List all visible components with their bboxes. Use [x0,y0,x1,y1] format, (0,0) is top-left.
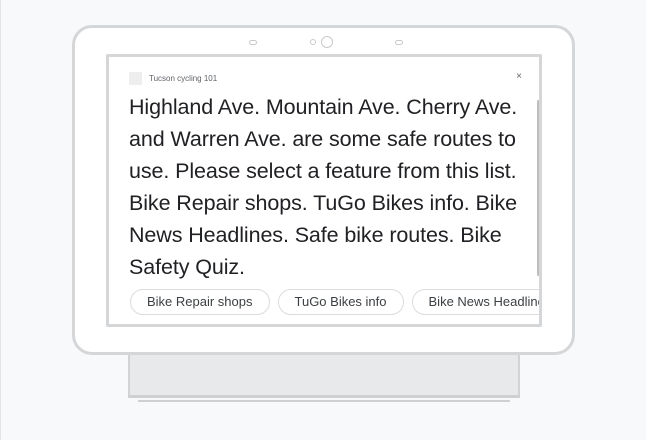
suggestion-chip-tugo-bikes-info[interactable]: TuGo Bikes info [277,289,404,315]
scrollbar[interactable] [537,100,539,276]
ambient-sensor-icon [249,40,257,45]
app-icon [129,71,142,85]
ambient-sensor-icon [395,40,403,45]
app-header: Tucson cycling 101 [129,70,217,86]
device-stand [128,355,520,398]
suggestion-chip-bike-repair-shops[interactable]: Bike Repair shops [130,289,270,315]
suggestion-chips: Bike Repair shops TuGo Bikes info Bike N… [130,289,539,315]
device-screen: Tucson cycling 101 × Highland Ave. Mount… [106,54,542,327]
close-icon[interactable]: × [513,71,525,83]
suggestion-chip-bike-news-headlines[interactable]: Bike News Headlines [411,289,539,315]
microphone-icon [310,39,316,45]
app-title: Tucson cycling 101 [149,73,218,83]
stage: Tucson cycling 101 × Highland Ave. Mount… [0,0,646,440]
camera-icon [321,36,333,48]
assistant-response-text: Highland Ave. Mountain Ave. Cherry Ave. … [129,95,518,279]
device-stand-base [138,398,510,402]
